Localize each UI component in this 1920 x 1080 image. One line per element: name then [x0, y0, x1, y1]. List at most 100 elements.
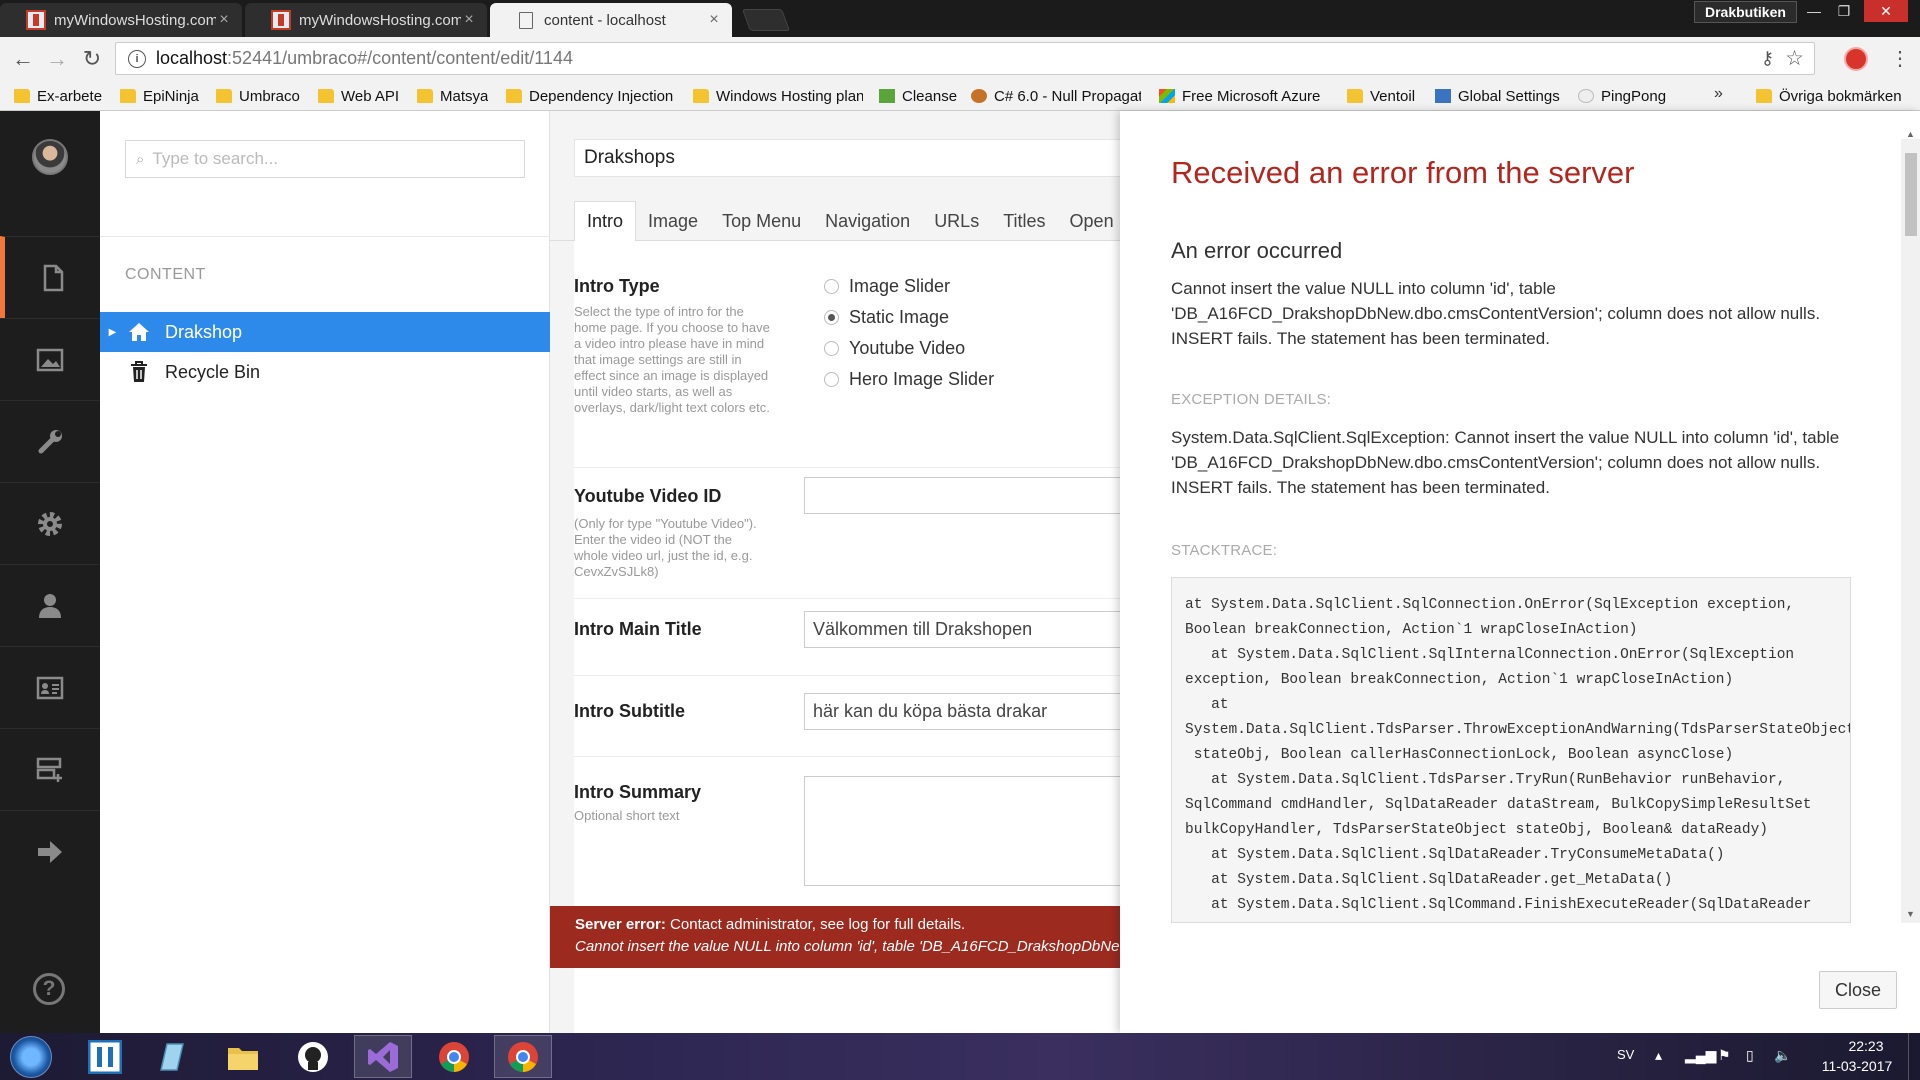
info-icon[interactable]: i: [128, 49, 146, 68]
home-icon: [125, 320, 153, 344]
forward-icon[interactable]: →: [44, 46, 70, 72]
extension-icon[interactable]: [1844, 47, 1868, 71]
bookmarks-more-icon[interactable]: »: [1714, 85, 1723, 103]
redirect-arrow-icon: [38, 840, 62, 863]
radio-button[interactable]: [824, 279, 839, 294]
tab-close-icon[interactable]: ×: [216, 11, 232, 29]
bookmark-star-icon[interactable]: ☆: [1785, 46, 1804, 71]
taskbar-app[interactable]: [284, 1035, 342, 1078]
tab-image[interactable]: Image: [636, 201, 710, 241]
radio-button-checked[interactable]: [824, 310, 839, 325]
tree-item-drakshop[interactable]: ▶ Drakshop: [100, 312, 550, 352]
bookmark-folder[interactable]: Dependency Injection: [506, 85, 673, 107]
taskbar-app-active[interactable]: [494, 1035, 552, 1078]
server-error-notification[interactable]: Server error: Contact administrator, see…: [550, 906, 1120, 968]
show-desktop-button[interactable]: [1908, 1033, 1920, 1080]
tab-close-icon[interactable]: ×: [706, 11, 722, 29]
close-button[interactable]: Close: [1819, 971, 1897, 1009]
radio-button[interactable]: [824, 372, 839, 387]
scroll-up-icon[interactable]: ▲: [1901, 129, 1920, 143]
language-indicator[interactable]: SV: [1617, 1047, 1634, 1062]
expand-caret-icon[interactable]: ▶: [100, 327, 125, 338]
bookmark-folder[interactable]: Web API: [318, 85, 399, 107]
bookmark-folder[interactable]: EpiNinja: [120, 85, 199, 107]
visual-studio-icon: [368, 1041, 398, 1072]
scrollbar-thumb[interactable]: [1905, 153, 1917, 236]
browser-tab[interactable]: myWindowsHosting.com ×: [0, 3, 242, 37]
tab-urls[interactable]: URLs: [922, 201, 991, 241]
restore-icon[interactable]: ❐: [1830, 0, 1858, 22]
radio-hero-image-slider[interactable]: Hero Image Slider: [824, 369, 994, 390]
subtitle-input[interactable]: här kan du köpa bästa drakar: [804, 693, 1120, 730]
radio-image-slider[interactable]: Image Slider: [824, 276, 950, 297]
profile-button[interactable]: Drakbutiken: [1694, 1, 1797, 23]
bookmark-folder[interactable]: Ventoil: [1347, 85, 1415, 107]
radio-button[interactable]: [824, 341, 839, 356]
other-bookmarks-folder[interactable]: Övriga bokmärken: [1756, 85, 1902, 107]
taskbar-app[interactable]: [214, 1035, 272, 1078]
bookmark-link[interactable]: Global Settings: [1435, 85, 1560, 107]
bookmark-folder[interactable]: Matsya: [417, 85, 488, 107]
window-close-icon[interactable]: ✕: [1864, 0, 1908, 22]
tab-navigation[interactable]: Navigation: [813, 201, 922, 241]
help-icon[interactable]: ?: [33, 973, 65, 1005]
tab-open[interactable]: Open: [1058, 201, 1120, 241]
bookmark-link[interactable]: C# 6.0 - Null Propagation: [971, 85, 1141, 107]
minimize-icon[interactable]: —: [1800, 0, 1828, 22]
taskbar-app-active[interactable]: [354, 1035, 412, 1078]
browser-tab[interactable]: myWindowsHosting.com ×: [245, 3, 487, 37]
back-icon[interactable]: ←: [10, 46, 36, 72]
section-redirects[interactable]: [0, 810, 100, 892]
divider: [574, 756, 1120, 757]
new-tab-button[interactable]: [741, 9, 791, 31]
section-members[interactable]: [0, 646, 100, 728]
search-input[interactable]: [152, 149, 513, 169]
tab-titles[interactable]: Titles: [991, 201, 1057, 241]
section-developer[interactable]: [0, 482, 100, 564]
taskbar-app[interactable]: [143, 1035, 201, 1078]
section-users[interactable]: [0, 564, 100, 646]
avatar[interactable]: [32, 139, 68, 175]
bookmark-folder[interactable]: Umbraco: [216, 85, 300, 107]
scrollbar[interactable]: ▲ ▼: [1901, 129, 1920, 923]
section-forms[interactable]: [0, 728, 100, 810]
clock-time[interactable]: 22:23: [1836, 1038, 1896, 1054]
reload-icon[interactable]: ↻: [79, 46, 105, 72]
tray-expand-icon[interactable]: ▴: [1655, 1047, 1662, 1064]
clock-date[interactable]: 11-03-2017: [1812, 1058, 1902, 1074]
volume-icon[interactable]: 🔈: [1774, 1047, 1791, 1064]
intro-type-description: Select the type of intro for the home pa…: [574, 304, 770, 415]
address-bar[interactable]: i localhost:52441/umbraco#/content/conte…: [115, 42, 1815, 75]
tab-intro[interactable]: Intro: [574, 201, 637, 241]
summary-textarea[interactable]: [804, 776, 1120, 886]
bookmark-folder[interactable]: Windows Hosting plan: [693, 85, 863, 107]
main-title-input[interactable]: Välkommen till Drakshopen: [804, 611, 1120, 648]
tree-item-recycle-bin[interactable]: Recycle Bin: [100, 352, 550, 392]
network-icon[interactable]: ▂▄▆: [1685, 1047, 1716, 1064]
bookmark-folder[interactable]: Ex-arbete: [14, 85, 102, 107]
battery-icon[interactable]: ▯: [1746, 1047, 1754, 1064]
browser-tab-active[interactable]: content - localhost ×: [490, 3, 732, 37]
section-settings[interactable]: [0, 400, 100, 482]
taskbar-app[interactable]: [76, 1035, 134, 1078]
taskbar-app[interactable]: [425, 1035, 483, 1078]
bookmark-link[interactable]: PingPong: [1578, 85, 1666, 107]
error-dialog-body: Received an error from the server An err…: [1120, 111, 1900, 923]
tree-search-box[interactable]: ⌕: [125, 140, 525, 178]
scroll-down-icon[interactable]: ▼: [1901, 909, 1920, 923]
node-name-field[interactable]: Drakshops: [574, 139, 1120, 177]
radio-static-image[interactable]: Static Image: [824, 307, 949, 328]
bookmark-link[interactable]: Cleanse: [879, 85, 957, 107]
browser-menu-icon[interactable]: ⋮: [1890, 46, 1910, 71]
section-media[interactable]: [0, 318, 100, 400]
start-button[interactable]: [10, 1036, 52, 1078]
youtube-id-input[interactable]: [804, 477, 1120, 514]
section-content[interactable]: [0, 236, 100, 318]
action-center-flag-icon[interactable]: ⚑: [1718, 1047, 1731, 1064]
section-sidebar: ?: [0, 111, 100, 1033]
tab-top-menu[interactable]: Top Menu: [710, 201, 813, 241]
bookmark-link[interactable]: Free Microsoft Azure: [1159, 85, 1322, 107]
tab-close-icon[interactable]: ×: [461, 11, 477, 29]
radio-youtube-video[interactable]: Youtube Video: [824, 338, 965, 359]
key-icon[interactable]: ⚷: [1761, 48, 1774, 69]
